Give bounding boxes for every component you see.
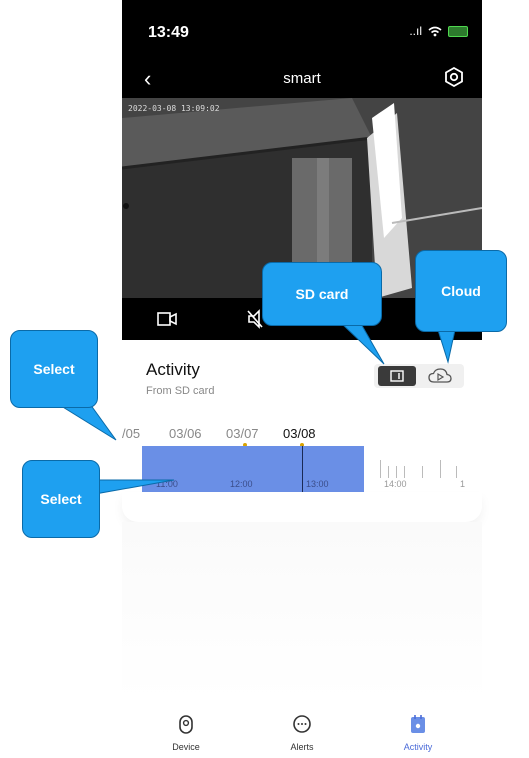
chat-bubble-icon [293, 715, 311, 733]
timeline-label: 1 [460, 479, 466, 489]
phone-screen: 13:49 ..ıl ‹ smart 2022-03-08 13:09:02 A… [122, 0, 482, 758]
tab-label: Alerts [290, 742, 314, 752]
wifi-icon [428, 26, 442, 36]
timeline-tick [404, 466, 405, 478]
cloud-play-icon [428, 368, 452, 383]
timeline-label: 13:00 [306, 479, 329, 489]
timeline-label: 12:00 [230, 479, 253, 489]
record-video-icon[interactable] [156, 308, 178, 330]
activity-icon [411, 715, 425, 733]
sd-card-button[interactable] [378, 366, 416, 386]
timeline-label: 11:00 [156, 479, 178, 489]
camera-device-icon [179, 715, 193, 734]
status-icons: ..ıl [409, 24, 468, 38]
cloud-callout: Cloud [415, 250, 507, 332]
status-bar: 13:49 ..ıl [122, 0, 482, 60]
content-area [122, 522, 482, 702]
tab-label: Device [172, 742, 200, 752]
video-timestamp: 2022-03-08 13:09:02 [128, 104, 220, 113]
nav-bar: ‹ smart [122, 60, 482, 98]
source-toggle [374, 364, 464, 388]
battery-icon [448, 25, 468, 37]
timeline-cursor[interactable] [302, 446, 303, 492]
cloud-button[interactable] [424, 365, 460, 387]
select-timeline-callout: Select [22, 460, 100, 538]
tab-alerts[interactable]: Alerts [262, 710, 342, 758]
date-item-selected[interactable]: 03/08 [283, 426, 316, 441]
timeline-tick [388, 466, 389, 478]
tab-activity[interactable]: Activity [378, 710, 458, 758]
timeline-tick [396, 466, 397, 478]
activity-card-bottom [122, 492, 482, 522]
signal-icon: ..ıl [409, 24, 422, 38]
sd-card-icon [390, 370, 404, 382]
activity-heading: Activity [146, 360, 200, 379]
date-selector: /05 03/06 03/07 03/08 [122, 426, 482, 447]
activity-source-label: From SD card [146, 385, 215, 397]
page-title: smart [283, 70, 321, 87]
timeline-tick [422, 466, 423, 478]
date-item[interactable]: 03/07 [226, 426, 259, 441]
sd-card-callout: SD card [262, 262, 382, 326]
timeline-label: 14:00 [384, 479, 407, 489]
timeline-tick [380, 460, 381, 478]
timeline-scrubber[interactable]: 11:00 12:00 13:00 14:00 1 [122, 446, 482, 492]
status-time: 13:49 [148, 24, 189, 41]
date-item[interactable]: /05 [122, 426, 140, 441]
bottom-tab-bar: Device Alerts Activity [122, 710, 482, 758]
settings-gear-icon[interactable] [444, 67, 464, 87]
tab-device[interactable]: Device [146, 710, 226, 758]
timeline-tick [440, 460, 441, 478]
select-date-callout: Select [10, 330, 98, 408]
date-item[interactable]: 03/06 [169, 426, 202, 441]
tab-label: Activity [403, 742, 433, 752]
timeline-tick [456, 466, 457, 478]
